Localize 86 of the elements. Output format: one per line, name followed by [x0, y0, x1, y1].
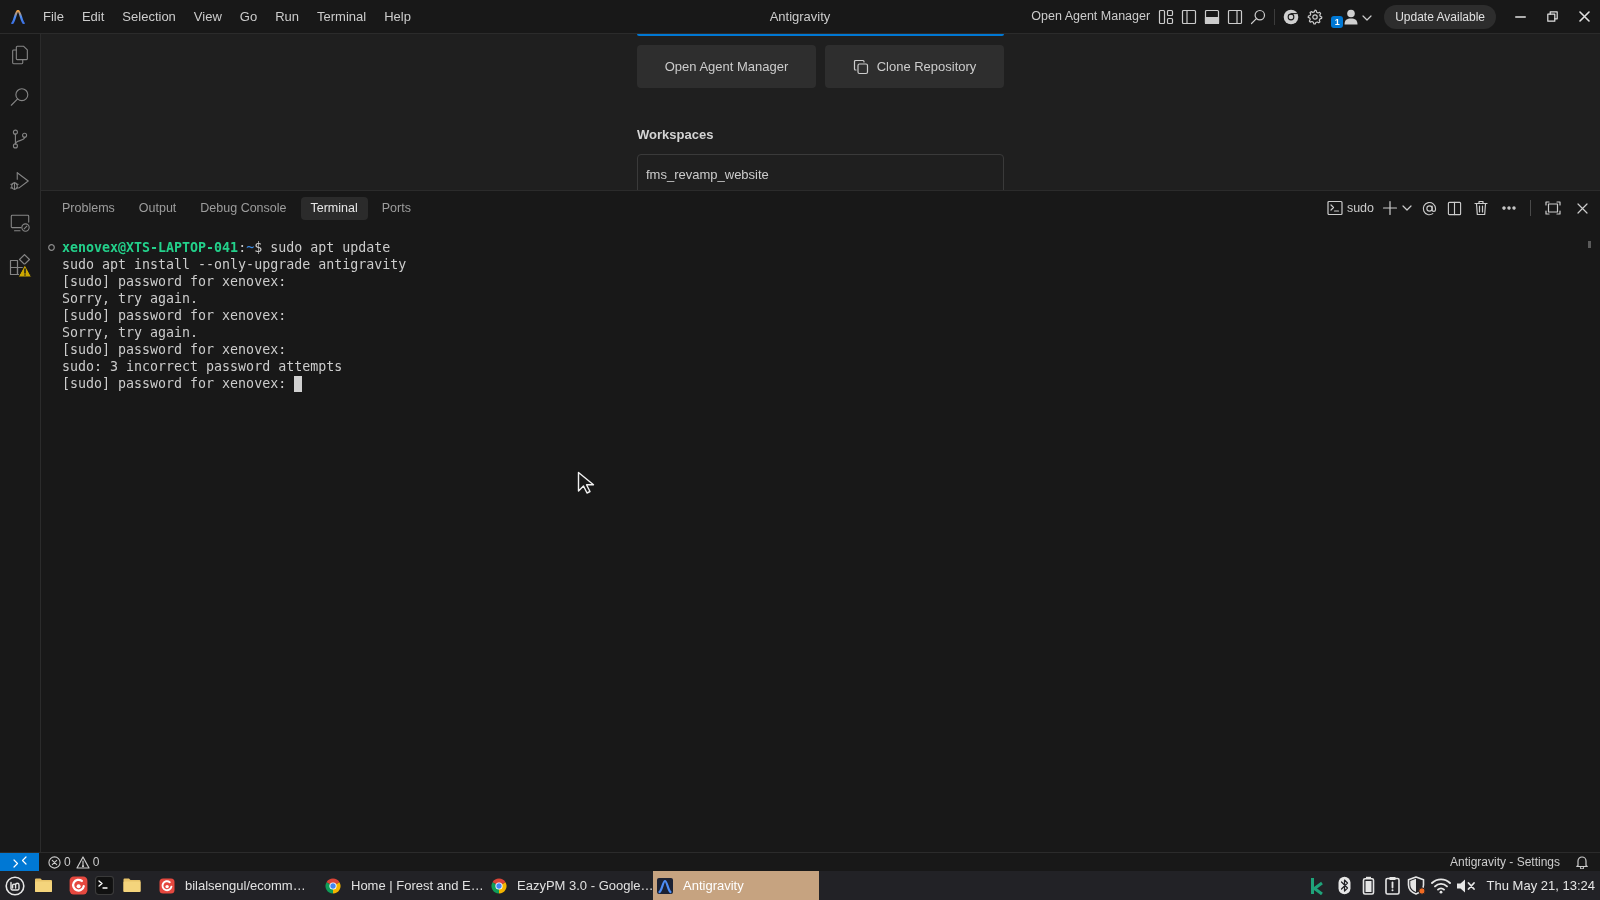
trash-icon[interactable] — [1474, 200, 1488, 216]
scrollbar-thumb[interactable] — [1588, 241, 1591, 248]
run-debug-icon[interactable] — [9, 170, 31, 192]
maximize-panel-icon[interactable] — [1545, 201, 1561, 215]
menu-item[interactable]: Go — [231, 4, 266, 29]
panel-tab[interactable]: Debug Console — [190, 196, 297, 220]
terminal-line: Sorry, try again. — [62, 290, 199, 307]
menu-item[interactable]: File — [35, 4, 72, 29]
clipboard-alert-icon[interactable] — [1382, 876, 1402, 895]
panel-tab[interactable]: Problems — [52, 196, 125, 220]
welcome-action-button[interactable]: Open Agent Manager — [637, 45, 816, 88]
taskbar-window-button[interactable]: bilalsengul/ecomm… — [155, 871, 321, 900]
browser-icon[interactable] — [1283, 8, 1300, 25]
folder-icon[interactable] — [122, 876, 142, 895]
status-bar-item[interactable]: Antigravity - Settings — [1445, 853, 1564, 871]
sidebar-right-icon[interactable] — [1227, 8, 1244, 25]
chevron-down-icon[interactable] — [1402, 205, 1412, 211]
menu-item[interactable]: Edit — [73, 4, 113, 29]
command-status-icon — [48, 244, 55, 251]
close-icon[interactable] — [1577, 202, 1588, 214]
browser-icon[interactable] — [69, 876, 88, 895]
clock[interactable]: Thu May 21, 13:24 — [1486, 875, 1595, 896]
panel-icon[interactable] — [1204, 8, 1221, 25]
settings-icon[interactable] — [1307, 8, 1324, 25]
terminal-instance[interactable]: sudo — [1326, 198, 1374, 218]
section-heading: Workspaces — [637, 127, 715, 143]
copy-icon — [852, 58, 869, 75]
welcome-action-button[interactable]: Clone Repository — [825, 45, 1004, 88]
app-logo-icon — [657, 877, 673, 894]
taskbar-window-button[interactable]: EazyPM 3.0 - Google… — [487, 871, 653, 900]
menu-item[interactable]: Help — [376, 4, 419, 29]
app-logo-icon — [11, 9, 25, 24]
wifi-icon[interactable] — [1430, 877, 1451, 894]
workspace-name: fms_revamp_website — [646, 167, 769, 182]
menu-item[interactable]: View — [185, 4, 230, 29]
split-icon[interactable] — [1447, 200, 1462, 216]
menu-item[interactable]: Run — [267, 4, 307, 29]
browser-icon — [491, 877, 507, 894]
menu-item[interactable]: Terminal — [309, 4, 375, 29]
close-icon[interactable] — [1578, 11, 1590, 22]
agent-manager-link[interactable]: Open Agent Manager — [1027, 7, 1155, 26]
account-icon[interactable] — [1344, 8, 1359, 25]
more-icon[interactable] — [1502, 206, 1516, 210]
terminal-line: [sudo] password for xenovex: — [62, 375, 287, 392]
terminal-line: [sudo] password for xenovex: — [62, 273, 287, 290]
terminal-icon[interactable] — [95, 876, 114, 895]
terminal-line: sudo: 3 incorrect password attempts — [62, 358, 343, 375]
notification-badge: 1 — [1331, 15, 1344, 28]
search-icon[interactable] — [9, 86, 31, 108]
terminal-line: sudo apt install --only-upgrade antigravity — [62, 256, 407, 273]
search-icon[interactable] — [1250, 8, 1267, 25]
remote-icon — [12, 856, 27, 868]
error-icon — [48, 855, 61, 869]
window-title: Antigravity — [769, 7, 831, 26]
terminal-line: xenovex@XTS-LAPTOP-041:~$ sudo apt update — [62, 239, 391, 256]
menu-item[interactable]: Selection — [114, 4, 184, 29]
browser-icon — [325, 877, 341, 894]
at-sign-icon[interactable] — [1422, 200, 1437, 216]
update-available-button[interactable]: Update Available — [1384, 4, 1496, 29]
panel-tab[interactable]: Output — [128, 196, 187, 220]
minimize-icon[interactable] — [1514, 15, 1526, 18]
remote-explorer-icon[interactable] — [9, 212, 31, 234]
problems-status[interactable]: 0 0 — [46, 853, 102, 871]
layout-icon[interactable] — [1158, 8, 1175, 25]
warning-icon — [75, 855, 90, 869]
speaker-muted-icon[interactable] — [1455, 877, 1476, 894]
terminal-icon — [1326, 200, 1343, 216]
extensions-warning-icon[interactable] — [8, 254, 32, 278]
menu-logo-icon[interactable] — [5, 875, 25, 896]
taskbar-window-button[interactable]: Home | Forest and E… — [321, 871, 487, 900]
restore-icon[interactable] — [1546, 11, 1558, 22]
bell-icon[interactable] — [1576, 855, 1588, 869]
panel-tab[interactable]: Terminal — [300, 196, 368, 220]
browser-icon — [159, 877, 175, 894]
mouse-pointer-icon — [577, 471, 595, 494]
folder-icon[interactable] — [34, 876, 53, 895]
sidebar-left-icon[interactable] — [1181, 8, 1198, 25]
plus-icon[interactable] — [1382, 200, 1398, 216]
chevron-down-icon[interactable] — [1362, 14, 1373, 21]
shield-icon[interactable] — [1406, 876, 1426, 895]
terminal-line: [sudo] password for xenovex: — [62, 307, 287, 324]
terminal-line: Sorry, try again. — [62, 324, 199, 341]
panel-tab[interactable]: Ports — [371, 196, 421, 220]
tray-app-icon[interactable] — [1309, 876, 1324, 895]
terminal-line: [sudo] password for xenovex: — [62, 341, 287, 358]
files-icon[interactable] — [9, 44, 31, 66]
